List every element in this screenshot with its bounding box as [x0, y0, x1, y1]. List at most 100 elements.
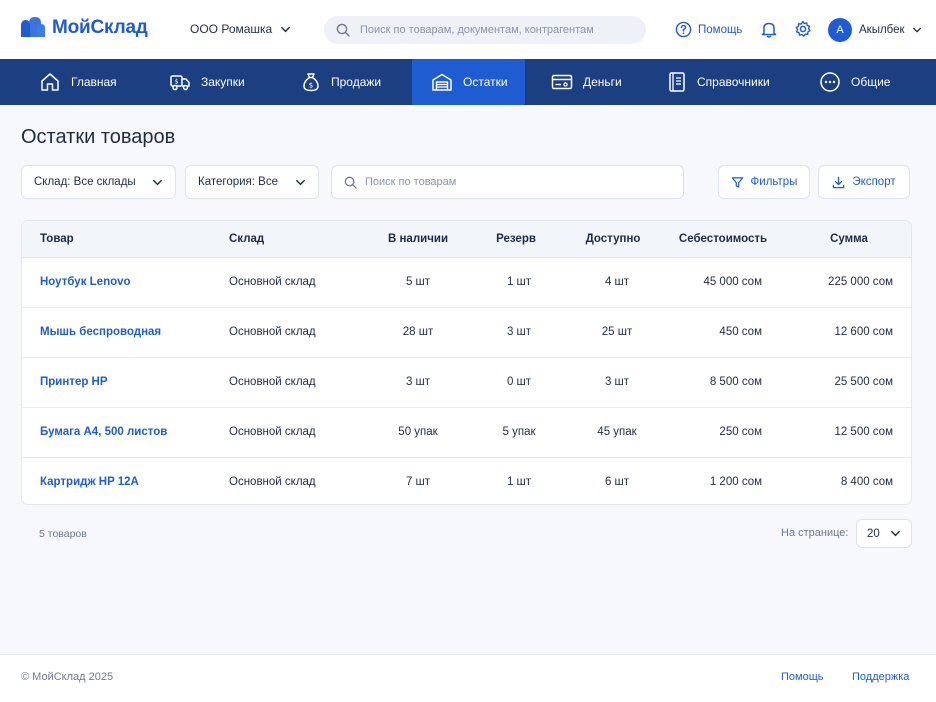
export-button[interactable]: Экспорт — [818, 165, 910, 199]
in-stock-cell: 50 упак — [398, 426, 438, 438]
book-icon — [669, 72, 685, 92]
help-label: Помощь — [698, 23, 743, 36]
company-selector[interactable]: ООО Ромашка — [190, 22, 291, 36]
in-stock-cell: 3 шт — [405, 376, 431, 388]
bell-icon — [761, 22, 777, 38]
search-icon — [336, 23, 350, 37]
nav-label: Остатки — [463, 75, 508, 89]
nav-label: Деньги — [583, 75, 622, 89]
nav-item-directories[interactable]: Справочники — [648, 59, 793, 105]
brand-name: МойСклад — [52, 17, 148, 38]
nav-item-general[interactable]: Общие — [800, 59, 920, 105]
filters-button[interactable]: Фильтры — [718, 165, 810, 199]
product-link[interactable]: Принтер HP — [40, 376, 108, 388]
nav-item-stock[interactable]: Остатки — [412, 59, 525, 105]
question-circle-icon — [675, 21, 692, 38]
product-link[interactable]: Бумага А4, 500 листов — [40, 426, 167, 438]
user-name: Акылбек — [859, 24, 905, 36]
column-header-sum[interactable]: Сумма — [830, 233, 868, 245]
chevron-down-icon — [153, 179, 162, 185]
sum-cell: 12 500 сом — [834, 426, 893, 438]
user-menu[interactable]: А Акылбек — [828, 18, 922, 42]
top-header: МойСклад ООО Ромашка Помощь А Акылбек — [0, 0, 936, 59]
column-header-product[interactable]: Товар — [40, 233, 74, 245]
product-link[interactable]: Картридж HP 12A — [40, 476, 139, 488]
product-search[interactable] — [331, 165, 684, 199]
column-header-in-stock[interactable]: В наличии — [388, 233, 448, 245]
column-header-reserve[interactable]: Резерв — [496, 233, 536, 245]
category-filter[interactable]: Категория: Все — [185, 165, 319, 199]
per-page-value: 20 — [867, 527, 880, 540]
sum-cell: 8 400 сом — [840, 476, 893, 488]
money-bag-icon: $ — [303, 73, 319, 92]
warehouse-cell: Основной склад — [229, 276, 316, 288]
product-link[interactable]: Ноутбук Lenovo — [40, 276, 131, 288]
nav-item-sales[interactable]: $ Продажи — [282, 59, 402, 105]
available-cell: 3 шт — [604, 376, 630, 388]
svg-text:$: $ — [309, 82, 313, 90]
product-search-input[interactable] — [365, 176, 665, 188]
in-stock-cell: 28 шт — [402, 326, 434, 338]
available-cell: 25 шт — [601, 326, 633, 338]
nav-item-purchases[interactable]: $ Закупки — [150, 59, 270, 105]
sum-cell: 225 000 сом — [828, 276, 893, 288]
nav-label: Закупки — [201, 75, 245, 89]
cost-cell: 450 сом — [719, 326, 762, 338]
reserve-cell: 0 шт — [506, 376, 532, 388]
nav-label: Общие — [851, 75, 891, 89]
available-cell: 6 шт — [604, 476, 630, 488]
nav-item-money[interactable]: Деньги — [532, 59, 652, 105]
gear-icon — [795, 20, 811, 37]
notifications-button[interactable] — [760, 20, 778, 43]
available-cell: 45 упак — [597, 426, 637, 438]
help-link[interactable]: Помощь — [675, 21, 742, 38]
nav-item-home[interactable]: Главная — [20, 59, 140, 105]
stock-table: Товар Склад В наличии Резерв Доступно Се… — [21, 220, 912, 505]
warehouse-cell: Основной склад — [229, 426, 316, 438]
per-page-select[interactable]: 20 — [856, 519, 912, 548]
download-icon — [833, 176, 845, 188]
table-row[interactable]: Мышь беспроводная Основной склад 28 шт 3 шт… — [22, 308, 911, 358]
logo[interactable]: МойСклад — [20, 17, 148, 39]
avatar: А — [828, 18, 852, 42]
reserve-cell: 1 шт — [506, 276, 532, 288]
per-page-label: На странице: — [781, 527, 849, 539]
in-stock-cell: 5 шт — [405, 276, 431, 288]
footer-support-link[interactable]: Поддержка — [852, 671, 909, 683]
category-filter-label: Категория: Все — [198, 176, 278, 188]
nav-label: Справочники — [697, 75, 770, 89]
product-link[interactable]: Мышь беспроводная — [40, 326, 161, 338]
cost-cell: 8 500 сом — [709, 376, 762, 388]
table-row[interactable]: Принтер HP Основной склад 3 шт 0 шт 3 шт 8 50… — [22, 358, 911, 408]
chevron-down-icon — [296, 179, 305, 185]
cost-cell: 1 200 сом — [709, 476, 762, 488]
table-row[interactable]: Ноутбук Lenovo Основной склад 5 шт 1 шт 4 шт… — [22, 258, 911, 308]
footer-help-link[interactable]: Помощь — [781, 671, 824, 683]
global-search-input[interactable] — [360, 24, 630, 36]
sum-cell: 12 600 сом — [834, 326, 893, 338]
footer: © МойСклад 2025 Помощь Поддержка — [0, 654, 936, 702]
home-icon — [41, 73, 59, 91]
reserve-cell: 5 упак — [502, 426, 536, 438]
available-cell: 4 шт — [604, 276, 630, 288]
table-row[interactable]: Картридж HP 12A Основной склад 7 шт 1 шт 6 ш… — [22, 458, 911, 504]
in-stock-cell: 7 шт — [405, 476, 431, 488]
column-header-warehouse[interactable]: Склад — [229, 233, 264, 245]
company-name: ООО Ромашка — [190, 22, 273, 36]
more-icon — [820, 72, 840, 92]
nav-label: Продажи — [331, 75, 382, 89]
column-header-cost[interactable]: Себестоимость — [679, 233, 767, 245]
column-header-available[interactable]: Доступно — [586, 233, 641, 245]
svg-text:$: $ — [175, 79, 179, 86]
settings-button[interactable] — [794, 20, 812, 43]
reserve-cell: 3 шт — [506, 326, 532, 338]
items-count: 5 товаров — [39, 528, 87, 540]
filters-label: Фильтры — [750, 176, 798, 188]
page-title: Остатки товаров — [21, 126, 176, 148]
warehouse-filter[interactable]: Склад: Все склады — [21, 165, 176, 199]
chevron-down-icon — [281, 26, 291, 32]
table-row[interactable]: Бумага А4, 500 листов Основной склад 50 уп… — [22, 408, 911, 458]
cost-cell: 45 000 сом — [703, 276, 762, 288]
global-search[interactable] — [324, 16, 646, 44]
logo-icon — [21, 17, 45, 37]
